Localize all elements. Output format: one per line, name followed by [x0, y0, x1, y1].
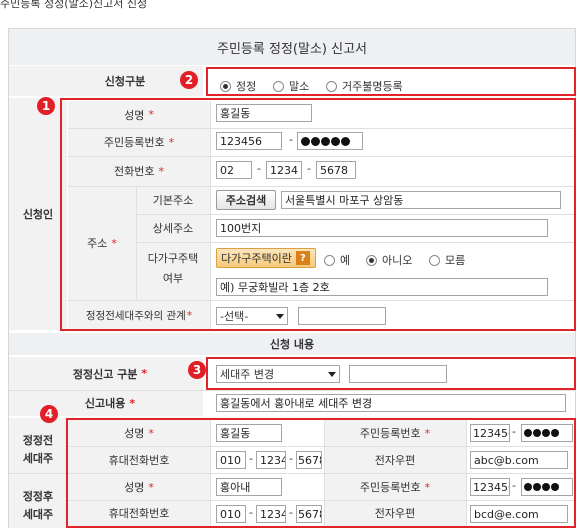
before-label-1: 정정전 — [22, 434, 54, 447]
badge-3: 3 — [188, 361, 206, 379]
highlight-box-2 — [206, 67, 576, 96]
apply-type-label: 신청구분 — [104, 75, 146, 88]
applicant-label: 신청인 — [22, 208, 54, 221]
highlight-box-1 — [60, 98, 576, 331]
after-label-2: 세대주 — [22, 508, 54, 521]
form-title: 주민등록 정정(말소) 신고서 — [9, 29, 575, 65]
content-input[interactable]: 홍길동에서 홍아내로 세대주 변경 — [216, 394, 566, 412]
badge-4: 4 — [40, 405, 58, 423]
before-label-2: 세대주 — [22, 452, 54, 465]
page-caption: 주민등록 정정(말소)신고서 신청 — [0, 0, 148, 10]
badge-2: 2 — [180, 71, 198, 89]
after-label-1: 정정후 — [22, 490, 54, 503]
badge-1: 1 — [37, 97, 55, 115]
highlight-box-4 — [66, 418, 576, 528]
correction-type-label: 정정신고 구분 * — [72, 367, 148, 381]
section-content-title: 신청 내용 — [9, 333, 575, 355]
highlight-box-3 — [206, 357, 576, 390]
